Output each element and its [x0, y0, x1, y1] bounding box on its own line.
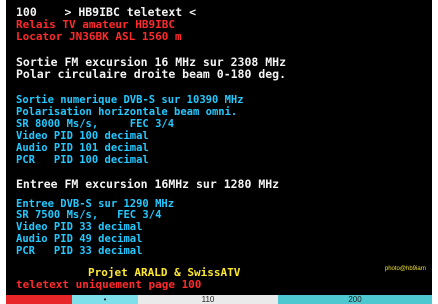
- teletext-screen: 100 > HB9IBC teletext < Relais TV amateu…: [6, 0, 432, 304]
- fastext-cyan-button[interactable]: 200: [278, 295, 432, 304]
- sortie-num-line2: Polarisation horizontale beam omni.: [16, 106, 238, 118]
- sortie-num-line5: Audio PID 101 decimal: [16, 142, 149, 154]
- entree-num-line3: Video PID 33 decimal: [16, 221, 143, 233]
- fastext-yellow-button[interactable]: 110: [138, 295, 278, 304]
- sortie-num-line4: Video PID 100 decimal: [16, 130, 149, 142]
- station-locator: Locator JN36BK ASL 1560 m: [16, 30, 182, 43]
- page-number: 100: [16, 5, 37, 19]
- entree-num-line2: SR 7500 Ms/s, FEC 3/4: [16, 209, 162, 221]
- header-row: 100 > HB9IBC teletext <: [16, 6, 196, 18]
- fastext-bar: • 110 200: [6, 295, 432, 304]
- entree-num-line5: PCR PID 33 decimal: [16, 245, 143, 257]
- entree-fm-line1: Entree FM excursion 16MHz sur 1280 MHz: [16, 177, 280, 191]
- fastext-red-button[interactable]: [6, 295, 72, 304]
- photo-credit: photo@hb9iarn: [384, 266, 426, 272]
- sortie-num-line1: Sortie numerique DVB-S sur 10390 MHz: [16, 94, 244, 106]
- entree-num-line4: Audio PID 49 decimal: [16, 233, 143, 245]
- fastext-green-button[interactable]: •: [72, 295, 138, 304]
- sortie-num-line3: SR 8000 Ms/s, FEC 3/4: [16, 118, 175, 130]
- sortie-num-line6: PCR PID 100 decimal: [16, 154, 149, 166]
- page-title: > HB9IBC teletext <: [64, 5, 197, 19]
- sortie-fm-line2: Polar circulaire droite beam 0-180 deg.: [16, 67, 287, 81]
- teletext-notice: teletext uniquement page 100: [16, 278, 202, 291]
